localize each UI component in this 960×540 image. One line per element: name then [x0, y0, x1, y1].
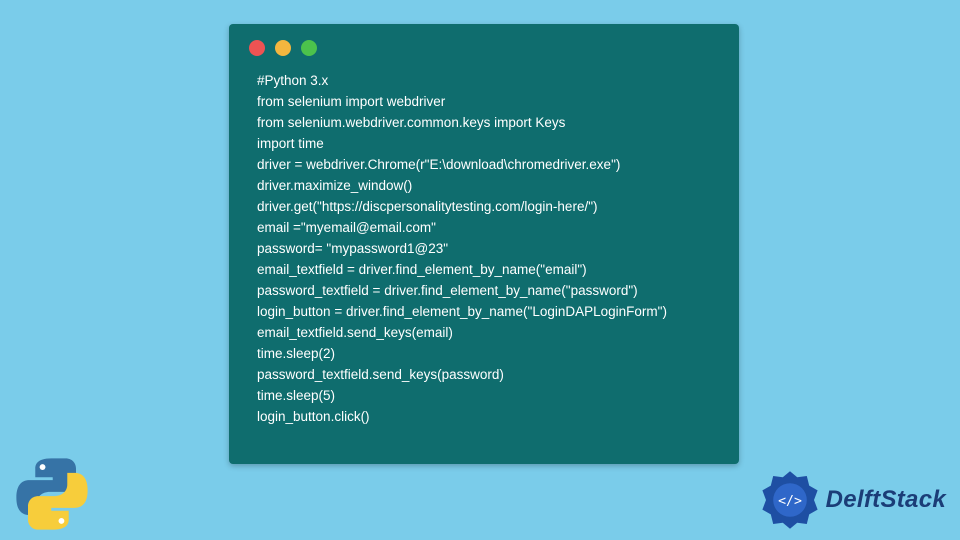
brand-badge-icon: </>	[760, 470, 820, 530]
window-titlebar	[229, 24, 739, 62]
brand-block: </> DelftStack	[760, 470, 946, 530]
brand-name: DelftStack	[826, 486, 946, 514]
minimize-icon	[275, 40, 291, 56]
maximize-icon	[301, 40, 317, 56]
code-window: #Python 3.x from selenium import webdriv…	[229, 24, 739, 464]
close-icon	[249, 40, 265, 56]
code-block: #Python 3.x from selenium import webdriv…	[229, 62, 739, 447]
python-logo-icon	[12, 454, 92, 534]
svg-text:</>: </>	[778, 494, 802, 509]
